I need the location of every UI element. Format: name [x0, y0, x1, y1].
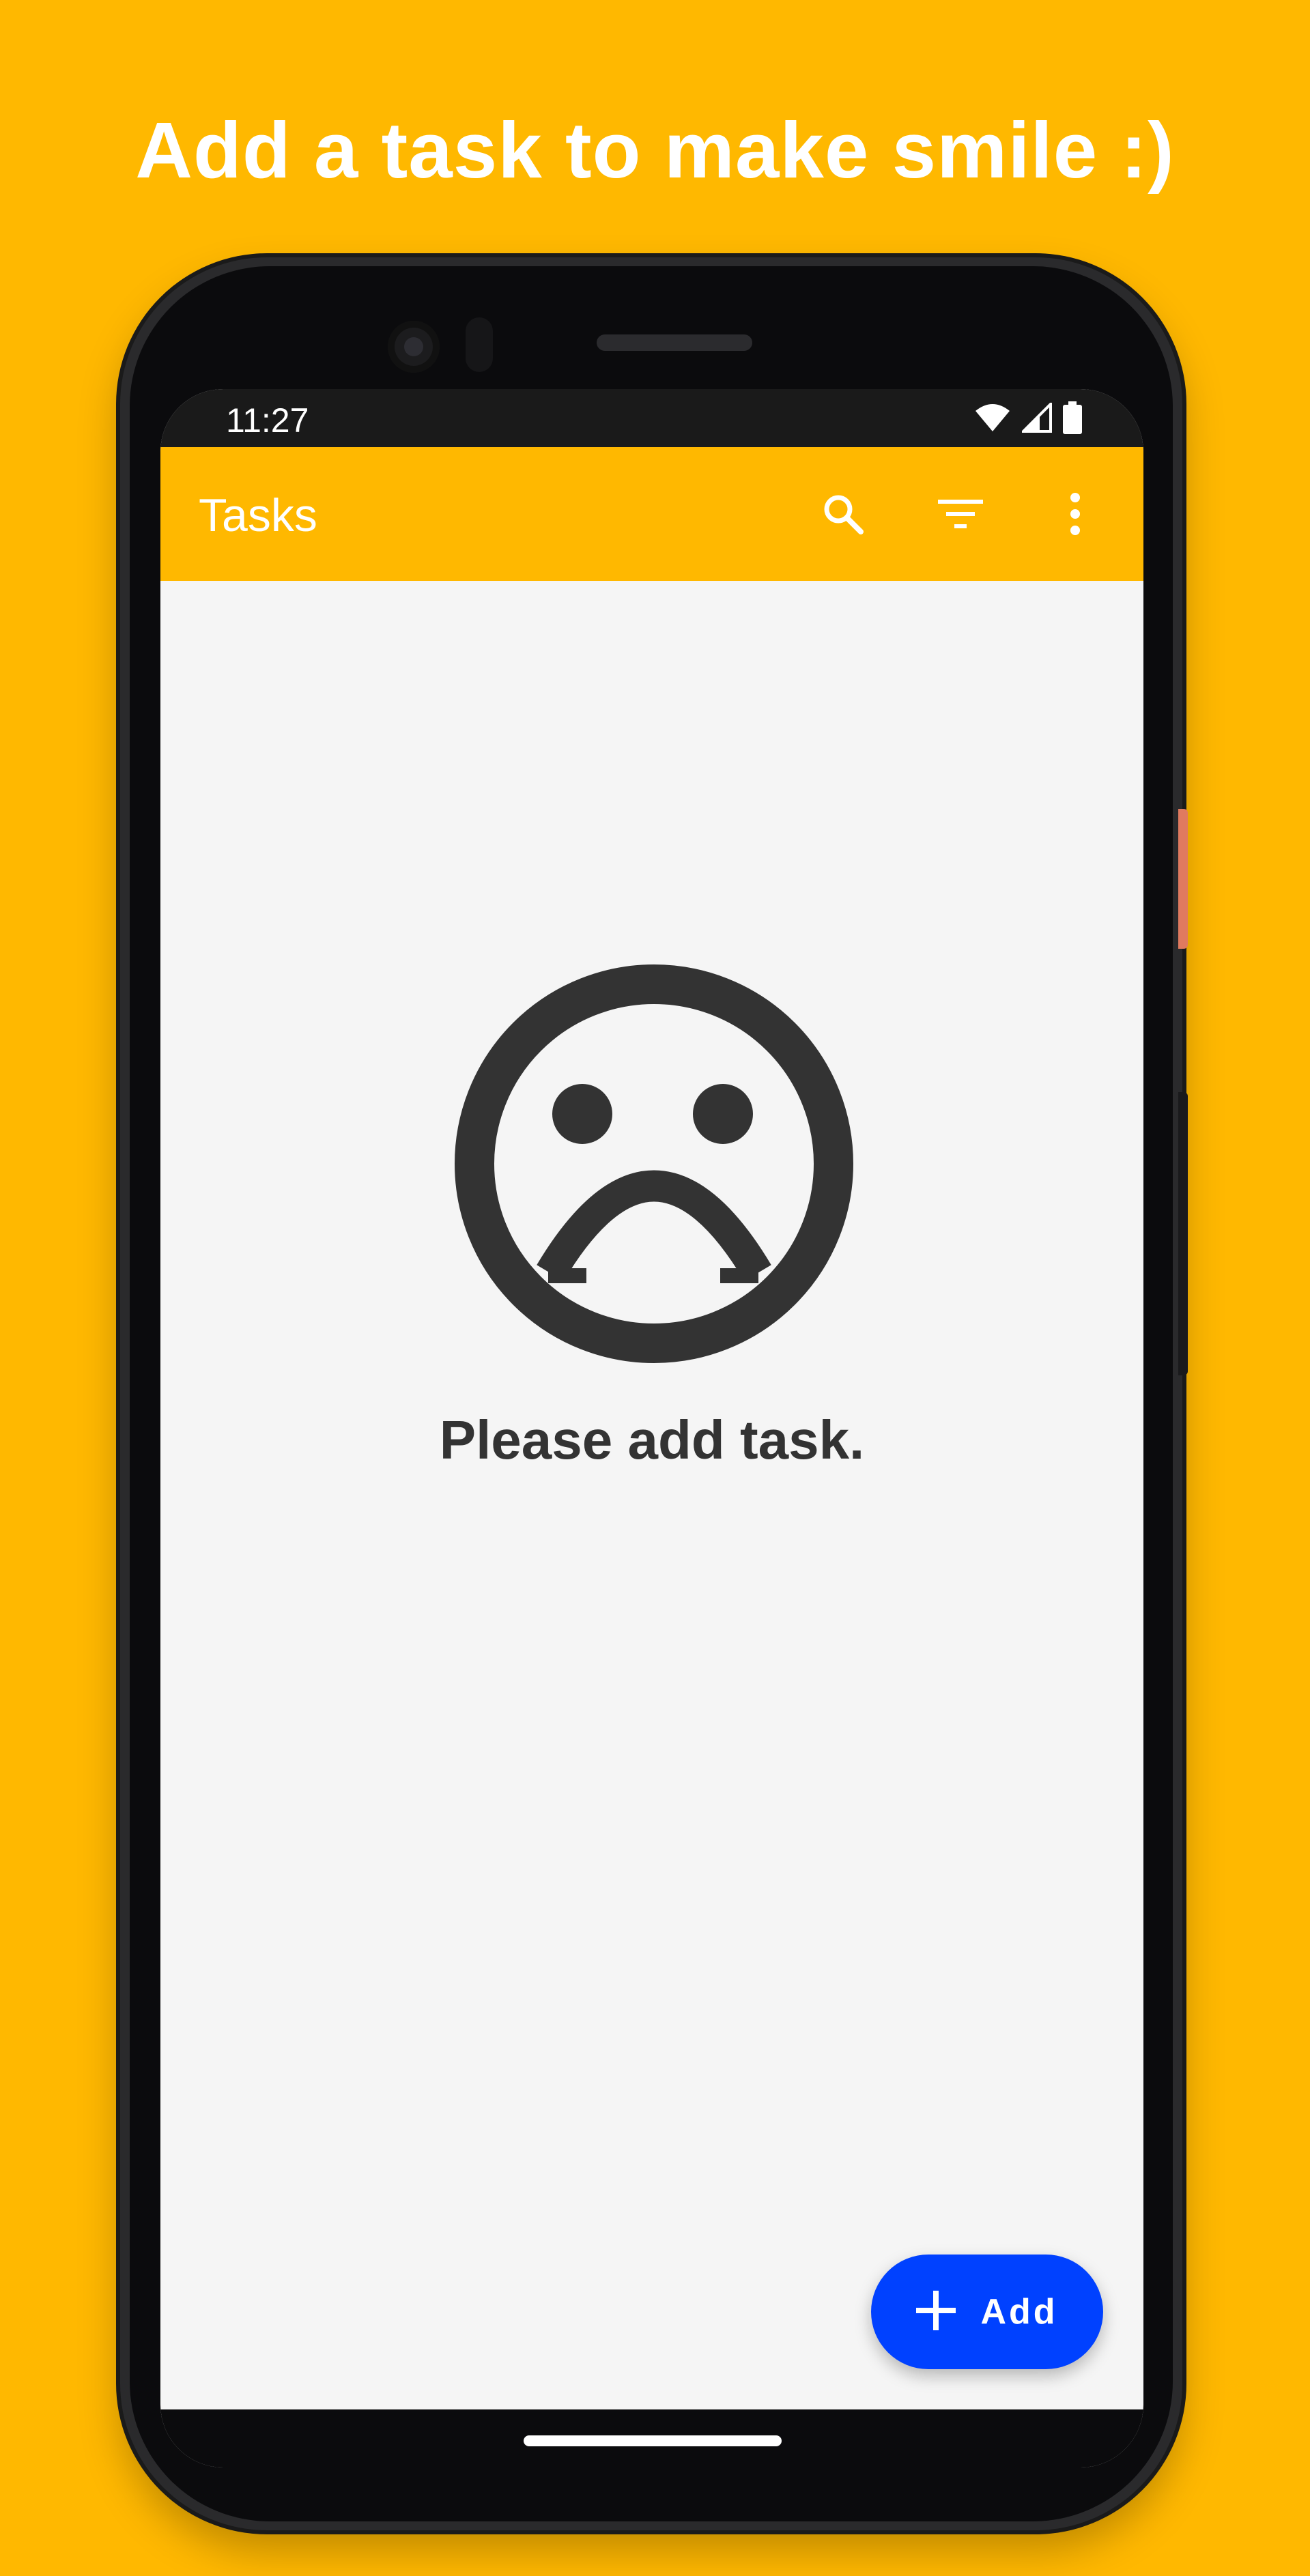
search-button[interactable] [808, 480, 879, 551]
power-button [1178, 809, 1188, 949]
empty-message: Please add task. [439, 1409, 865, 1470]
earpiece-speaker [597, 334, 752, 351]
volume-button [1178, 1092, 1188, 1375]
front-camera [388, 321, 440, 373]
search-icon [821, 492, 865, 539]
app-title: Tasks [199, 489, 317, 541]
status-bar: 11:27 [160, 389, 1143, 447]
phone-screen: 11:27 Tasks Please add task. Add [160, 389, 1143, 2467]
add-button-label: Add [980, 2292, 1058, 2332]
headline: Add a task to make smile :) [135, 106, 1175, 195]
home-gesture-handle[interactable] [524, 2435, 782, 2446]
proximity-sensor [466, 317, 493, 372]
battery-icon [1063, 401, 1082, 438]
sad-face-icon [453, 962, 855, 1365]
wifi-icon [974, 403, 1011, 436]
cellular-signal-icon [1020, 400, 1052, 436]
status-icons [974, 400, 1082, 438]
status-time: 11:27 [226, 401, 309, 440]
app-bar: Tasks [160, 447, 1143, 581]
add-task-button[interactable]: Add [871, 2255, 1103, 2369]
filter-icon [938, 497, 983, 534]
more-vert-icon [1068, 492, 1082, 539]
plus-icon [916, 2290, 956, 2334]
navigation-bar [160, 2409, 1143, 2467]
filter-button[interactable] [925, 480, 996, 551]
more-options-button[interactable] [1040, 480, 1111, 551]
